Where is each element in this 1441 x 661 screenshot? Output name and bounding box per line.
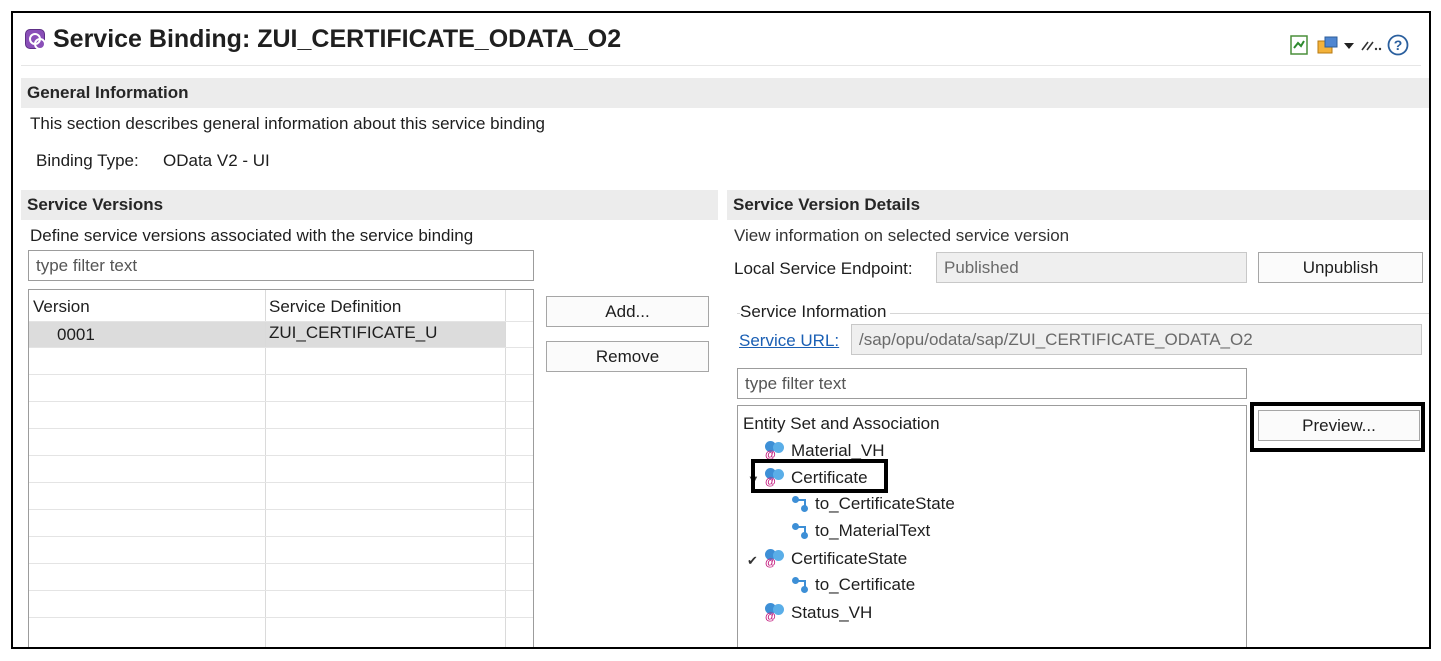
tree-item-label: Material_VH (791, 441, 885, 460)
unpublish-button[interactable]: Unpublish (1258, 252, 1423, 283)
row-divider (29, 428, 533, 429)
row-divider (29, 321, 533, 322)
column-header-service-definition[interactable]: Service Definition (269, 297, 401, 317)
tree-header: Entity Set and Association (743, 414, 940, 433)
service-url-field: /sap/opu/odata/sap/ZUI_CERTIFICATE_ODATA… (851, 324, 1422, 355)
tree-item-to-certificate[interactable]: to_Certificate (791, 575, 915, 595)
row-divider (29, 536, 533, 537)
column-divider (265, 290, 266, 647)
row-divider (29, 590, 533, 591)
entity-set-icon: @ (764, 602, 786, 624)
association-icon (791, 575, 811, 595)
row-divider (29, 374, 533, 375)
column-divider (505, 290, 506, 647)
help-icon[interactable]: ? (1387, 34, 1409, 56)
dropdown-icon[interactable] (1343, 35, 1355, 55)
binding-type-label: Binding Type: (36, 151, 139, 170)
general-description: This section describes general informati… (30, 114, 545, 133)
tree-item-label: Status_VH (791, 603, 873, 622)
entity-set-tree: Entity Set and Association @ Material_VH… (737, 405, 1247, 647)
column-header-version[interactable]: Version (33, 297, 90, 317)
service-versions-table: Version Service Definition 0001 ZUI_CERT… (28, 289, 534, 647)
chevron-down-icon[interactable]: ✔ (747, 553, 758, 569)
association-icon (791, 521, 811, 541)
row-divider (29, 455, 533, 456)
publish-icon[interactable] (1290, 35, 1308, 55)
tree-item-status-vh[interactable]: @ Status_VH (764, 602, 872, 624)
association-icon (791, 494, 811, 514)
deploy-icon[interactable] (1316, 35, 1340, 55)
svg-text:?: ? (1394, 37, 1403, 53)
service-url-link[interactable]: Service URL: (739, 331, 839, 351)
row-divider (29, 401, 533, 402)
tree-item-certificatestate[interactable]: @ CertificateState (764, 548, 907, 570)
entity-set-icon: @ (764, 548, 786, 570)
link-icon[interactable] (1359, 35, 1383, 55)
service-versions-header: Service Versions (21, 190, 718, 220)
local-endpoint-field: Published (936, 252, 1247, 283)
tree-item-label: to_Certificate (815, 575, 916, 594)
service-binding-icon (25, 29, 46, 50)
title-separator (21, 65, 1421, 66)
add-button[interactable]: Add... (546, 296, 709, 327)
service-version-details-header: Service Version Details (727, 190, 1429, 220)
version-cell[interactable]: 0001 (57, 325, 95, 345)
remove-button[interactable]: Remove (546, 341, 709, 372)
row-divider (29, 509, 533, 510)
versions-filter-input[interactable]: type filter text (28, 250, 534, 281)
tree-item-label: to_CertificateState (815, 494, 955, 513)
local-endpoint-label: Local Service Endpoint: (734, 259, 913, 278)
row-divider (29, 563, 533, 564)
tree-item-to-certificatestate[interactable]: to_CertificateState (791, 494, 955, 514)
service-binding-editor: Service Binding: ZUI_CERTIFICATE_ODATA_O… (11, 11, 1431, 649)
service-versions-description: Define service versions associated with … (30, 226, 474, 245)
general-information-header: General Information (21, 78, 1429, 108)
certificate-highlight-box (751, 459, 888, 493)
row-divider (29, 482, 533, 483)
row-divider (29, 617, 533, 618)
service-information-label: Service Information (740, 302, 891, 322)
tree-item-label: CertificateState (791, 549, 908, 568)
tree-item-label: to_MaterialText (815, 521, 931, 540)
service-definition-cell[interactable]: ZUI_CERTIFICATE_U (269, 323, 437, 343)
row-divider (29, 347, 533, 348)
entity-filter-input[interactable]: type filter text (737, 368, 1247, 399)
binding-type-value: OData V2 - UI (163, 151, 270, 170)
service-version-details-description: View information on selected service ver… (734, 226, 1070, 245)
tree-item-to-materialtext[interactable]: to_MaterialText (791, 521, 930, 541)
preview-highlight-box (1250, 402, 1425, 452)
page-title: Service Binding: ZUI_CERTIFICATE_ODATA_O… (53, 25, 622, 53)
